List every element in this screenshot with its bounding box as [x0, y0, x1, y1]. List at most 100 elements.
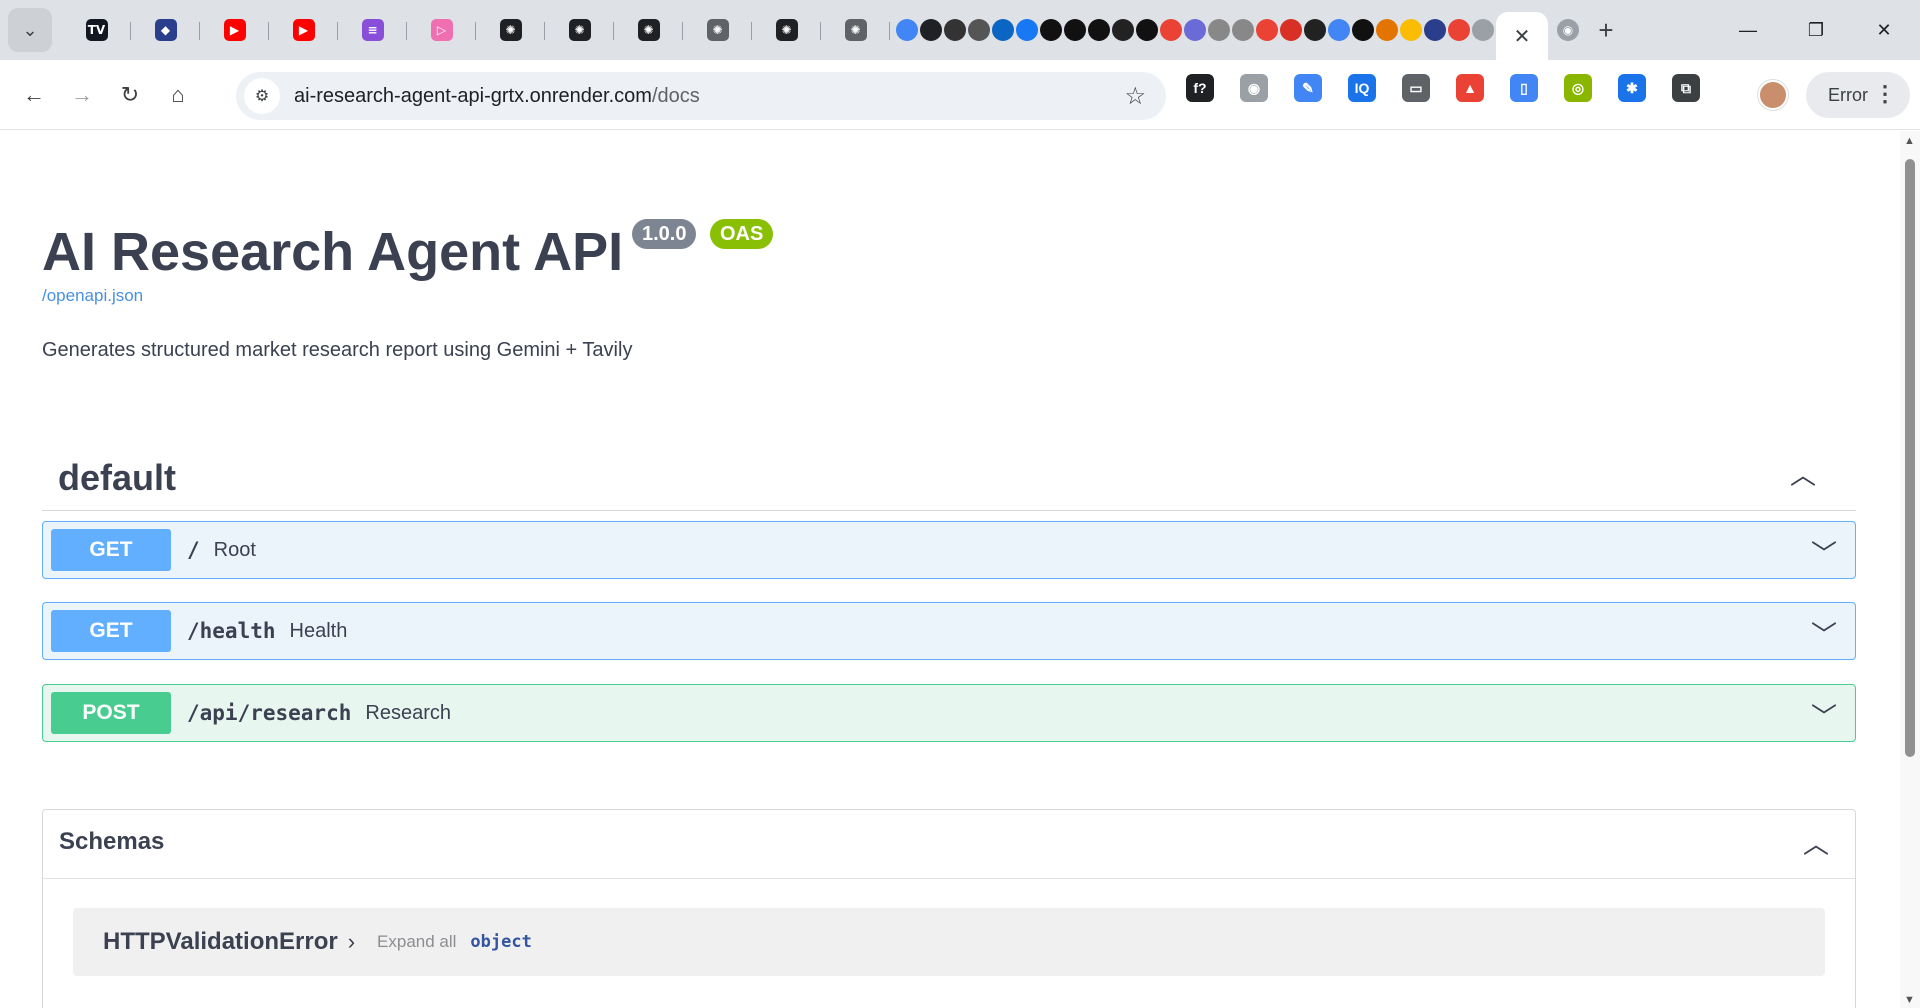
forward-button[interactable]: → — [58, 71, 106, 119]
star-extension-icon[interactable]: ✱ — [1618, 74, 1646, 102]
scroll-thumb[interactable] — [1905, 159, 1915, 757]
tab-favicon-icon[interactable] — [920, 19, 942, 41]
tab-favicon-icon[interactable] — [1088, 19, 1110, 41]
formula-extension-icon[interactable]: f? — [1186, 74, 1214, 102]
tab-favicon-icon[interactable] — [1400, 19, 1422, 41]
chevron-up-icon[interactable]: ︿ — [1803, 824, 1829, 861]
url-text[interactable]: ai-research-agent-api-grtx.onrender.com/… — [294, 85, 700, 108]
collapsed-tabs[interactable] — [896, 8, 1496, 52]
tab-favicon-icon[interactable] — [1208, 19, 1230, 41]
bookmark-star-icon[interactable]: ☆ — [1124, 82, 1146, 111]
pinned-tab[interactable]: ▶ — [269, 8, 338, 52]
chevron-down-icon[interactable]: ﹀ — [1811, 534, 1837, 571]
tab-favicon-icon[interactable] — [1160, 19, 1182, 41]
chevron-up-icon[interactable]: ︿ — [1790, 455, 1816, 492]
api-info: AI Research Agent API 1.0.0 OAS 3.1 — [42, 219, 774, 283]
pinned-tab[interactable]: ▷ — [407, 8, 476, 52]
address-bar[interactable]: ⚙ ai-research-agent-api-grtx.onrender.co… — [236, 72, 1166, 120]
tab-favicon-icon[interactable] — [1472, 19, 1494, 41]
minimize-button[interactable]: — — [1714, 0, 1782, 60]
tab-favicon-icon[interactable] — [1448, 19, 1470, 41]
operation-path: / — [187, 538, 200, 562]
operation-get-root[interactable]: GET / Root ﹀ — [42, 521, 1856, 579]
camera-extension-icon[interactable]: ◉ — [1240, 74, 1268, 102]
pinned-tab[interactable]: ≡ — [338, 8, 407, 52]
close-window-button[interactable]: ✕ — [1850, 0, 1918, 60]
pinned-tab[interactable]: ✺ — [614, 8, 683, 52]
tab-favicon-icon[interactable] — [1064, 19, 1086, 41]
profile-error-button[interactable]: Error ⋮ — [1806, 72, 1910, 118]
pinned-tab[interactable]: ✺ — [545, 8, 614, 52]
tab-strip: ⌄ TV ◆ ▶ ▶ ≡ ▷ ✺ ✺ ✺ ✺ ✺ ✺ ✕ ◉ + — ❐ ✕ — [0, 0, 1920, 60]
youtube-icon: ▶ — [223, 19, 246, 41]
tab-favicon-icon[interactable] — [1376, 19, 1398, 41]
tab-favicon-icon[interactable] — [1040, 19, 1062, 41]
chevron-down-icon[interactable]: ﹀ — [1811, 615, 1837, 652]
tab-favicon-icon[interactable] — [1112, 19, 1134, 41]
url-path: /docs — [651, 84, 700, 107]
chevron-down-icon[interactable]: ﹀ — [1811, 697, 1837, 734]
home-icon: ⌂ — [171, 81, 185, 107]
expand-all-button[interactable]: Expand all — [377, 932, 456, 952]
tab-search-button[interactable]: ⌄ — [8, 8, 52, 52]
profile-avatar[interactable] — [1758, 80, 1788, 110]
tab-favicon-icon[interactable] — [1328, 19, 1350, 41]
pinned-tab[interactable]: ✺ — [683, 8, 752, 52]
phone-extension-icon[interactable]: ▯ — [1510, 74, 1538, 102]
tab-favicon-icon[interactable] — [1304, 19, 1326, 41]
close-tab-icon[interactable]: ✕ — [1514, 24, 1531, 49]
map-extension-icon[interactable]: ◎ — [1564, 74, 1592, 102]
tab-favicon-icon[interactable] — [1424, 19, 1446, 41]
chatgpt-icon: ✺ — [637, 19, 660, 41]
chatgpt-icon: ✺ — [568, 19, 591, 41]
page-scrollbar[interactable]: ▲ ▼ — [1900, 131, 1920, 1008]
active-tab[interactable]: ✕ — [1496, 12, 1548, 60]
schema-row[interactable]: HTTPValidationError › Expand all object — [73, 908, 1825, 976]
schemas-title[interactable]: Schemas — [59, 828, 164, 856]
scroll-down-arrow-icon[interactable]: ▼ — [1904, 994, 1915, 1006]
back-button[interactable]: ← — [10, 71, 58, 119]
tab-chrome[interactable]: ◉ — [1548, 8, 1588, 52]
site-info-icon[interactable]: ⚙ — [244, 78, 280, 114]
pen-extension-icon[interactable]: ✎ — [1294, 74, 1322, 102]
openapi-json-link[interactable]: /openapi.json — [42, 286, 143, 306]
pinned-tab[interactable]: ▶ — [200, 8, 269, 52]
pinned-tab[interactable]: ✺ — [752, 8, 821, 52]
restore-button[interactable]: ❐ — [1782, 0, 1850, 60]
tab-favicon-icon[interactable] — [1232, 19, 1254, 41]
tab-favicon-icon[interactable] — [1256, 19, 1278, 41]
pinned-tab[interactable]: TV — [62, 8, 131, 52]
operation-post-research[interactable]: POST /api/research Research ﹀ — [42, 684, 1856, 742]
chatgpt-icon: ✺ — [706, 19, 729, 41]
tab-favicon-icon[interactable] — [992, 19, 1014, 41]
pinned-tab[interactable]: ◆ — [131, 8, 200, 52]
tab-favicon-icon[interactable] — [1016, 19, 1038, 41]
reload-button[interactable]: ↻ — [106, 71, 154, 119]
pinned-tab[interactable]: ✺ — [821, 8, 890, 52]
tab-favicon-icon[interactable] — [944, 19, 966, 41]
menu-kebab-icon[interactable]: ⋮ — [1874, 81, 1896, 107]
scroll-up-arrow-icon[interactable]: ▲ — [1904, 135, 1915, 147]
video-app-icon: ▷ — [430, 19, 453, 41]
tab-favicon-icon[interactable] — [1136, 19, 1158, 41]
tab-favicon-icon[interactable] — [896, 19, 918, 41]
schema-name[interactable]: HTTPValidationError — [103, 928, 338, 956]
youtube-icon: ▶ — [292, 19, 315, 41]
card-extension-icon[interactable]: ▭ — [1402, 74, 1430, 102]
new-tab-button[interactable]: + — [1588, 8, 1624, 52]
divider — [43, 878, 1855, 879]
section-title: default — [58, 457, 177, 498]
section-default-header[interactable]: default ︿ — [42, 441, 1856, 511]
tab-favicon-icon[interactable] — [1280, 19, 1302, 41]
tab-favicon-icon[interactable] — [1352, 19, 1374, 41]
red-extension-icon[interactable]: ▲ — [1456, 74, 1484, 102]
home-button[interactable]: ⌂ — [154, 71, 202, 119]
api-title: AI Research Agent API — [42, 222, 624, 282]
chevron-right-icon[interactable]: › — [348, 929, 355, 955]
puzzle-extensions-icon[interactable]: ⧉ — [1672, 74, 1700, 102]
tab-favicon-icon[interactable] — [968, 19, 990, 41]
tab-favicon-icon[interactable] — [1184, 19, 1206, 41]
pinned-tab[interactable]: ✺ — [476, 8, 545, 52]
iq-extension-icon[interactable]: IQ — [1348, 74, 1376, 102]
operation-get-health[interactable]: GET /health Health ﹀ — [42, 602, 1856, 660]
